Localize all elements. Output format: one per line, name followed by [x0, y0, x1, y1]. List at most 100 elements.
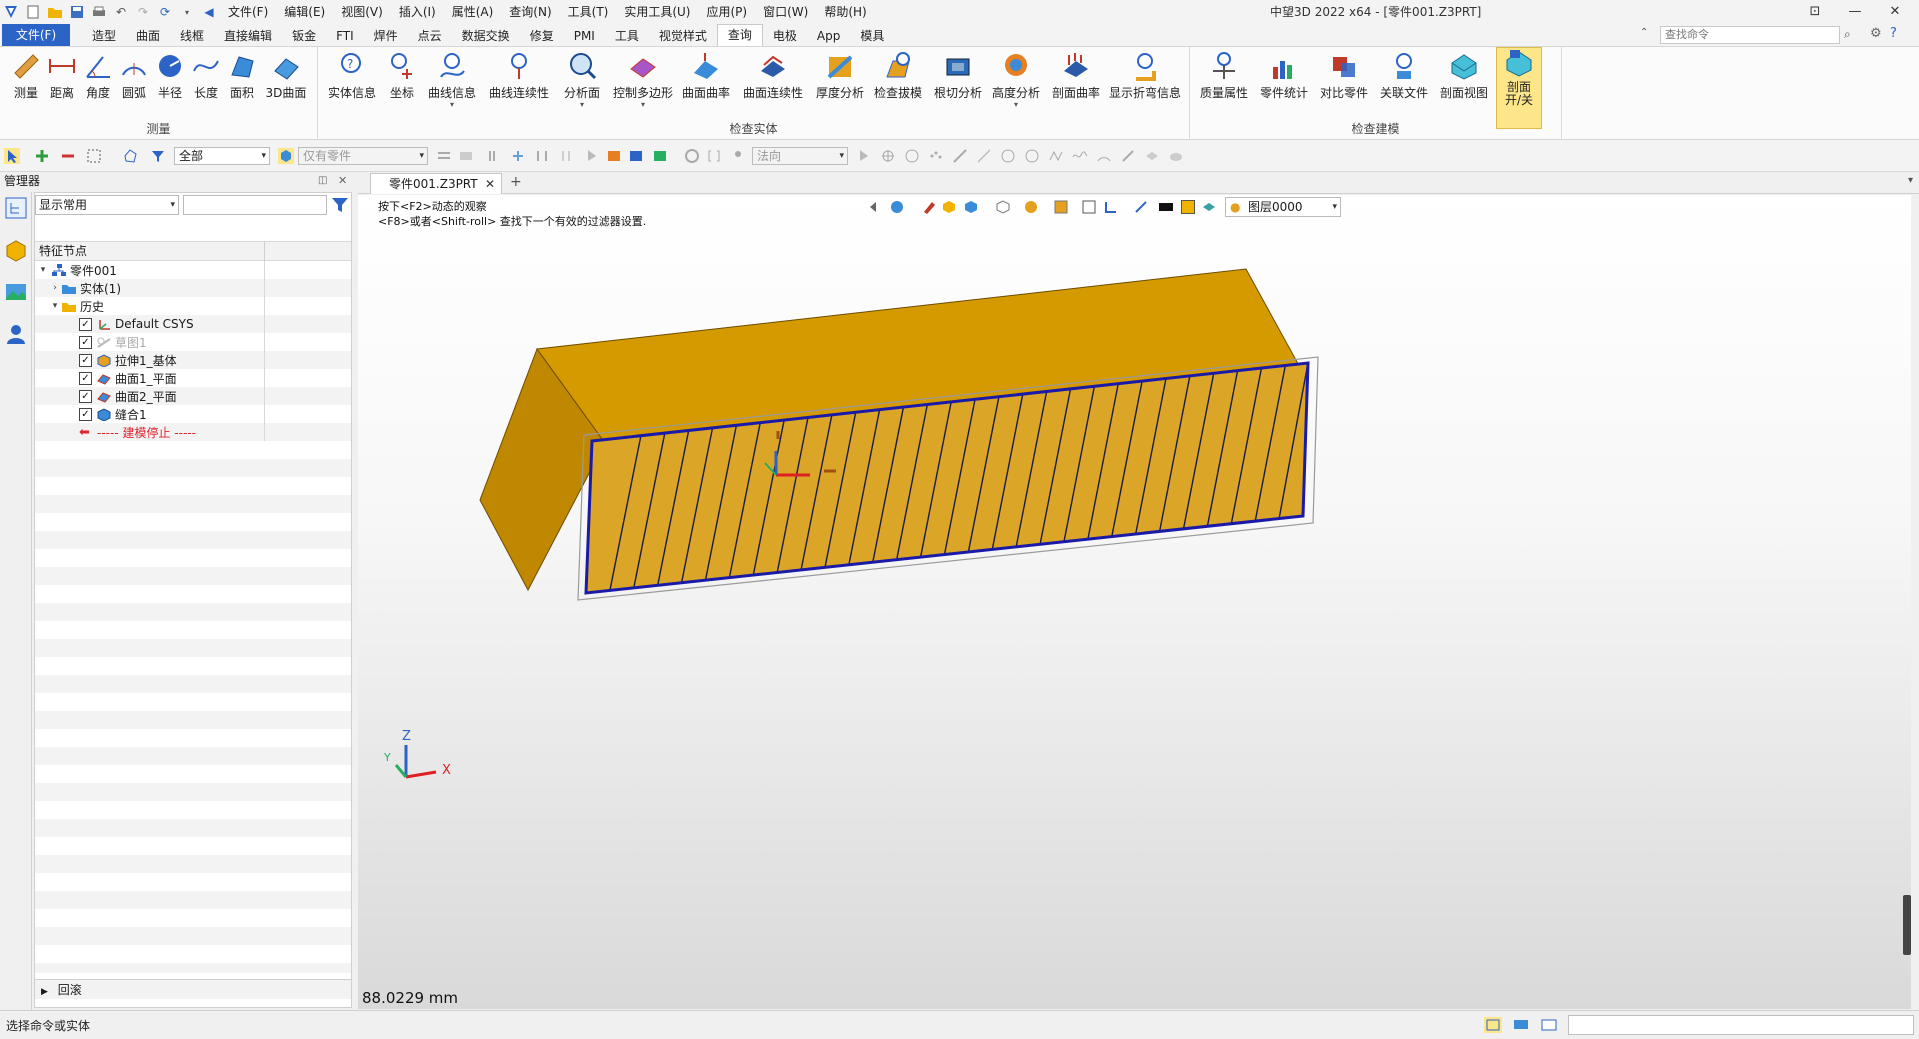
menu-insert[interactable]: 插入(I) [391, 0, 444, 24]
target-icon[interactable] [684, 148, 700, 164]
thickness-analysis-button[interactable]: 厚度分析 [812, 51, 868, 125]
menu-tools[interactable]: 工具(T) [560, 0, 617, 24]
measure-button[interactable]: 测量 [8, 51, 44, 125]
tab-modeling[interactable]: 造型 [82, 26, 126, 46]
render-icon[interactable] [1023, 199, 1039, 215]
tree-node-default-csys[interactable]: ✓ Default CSYS [35, 315, 351, 333]
close-window-button[interactable]: ✕ [1875, 0, 1915, 24]
spacing-icon[interactable] [534, 148, 550, 164]
snap-icon[interactable] [558, 148, 574, 164]
sort-icon[interactable] [436, 148, 452, 164]
bird-icon[interactable] [1144, 148, 1160, 164]
direction-select[interactable]: 法向 ▾ [752, 147, 848, 165]
fit-view-icon[interactable] [1081, 199, 1097, 215]
visibility-checkbox[interactable]: ✓ [79, 317, 92, 331]
face-color-swatch[interactable] [1181, 200, 1195, 214]
open-folder-icon[interactable] [47, 4, 63, 20]
tab-query[interactable]: 查询 [716, 24, 763, 46]
slash-icon[interactable] [1120, 148, 1136, 164]
tab-pmi[interactable]: PMI [564, 26, 605, 46]
cloud-icon[interactable] [1168, 148, 1184, 164]
close-panel-icon[interactable]: ✕ [338, 172, 347, 190]
section-view-button[interactable]: 剖面视图 [1436, 51, 1492, 125]
search-icon[interactable]: ⌕ [1844, 27, 1851, 42]
tree-node-modeling-stop[interactable]: ⬅ ----- 建模停止 ----- [35, 423, 351, 441]
orbit-icon[interactable] [889, 199, 905, 215]
tree-node-extrude[interactable]: ✓ 拉伸1_基体 [35, 351, 351, 369]
entity-info-button[interactable]: ? 实体信息 [324, 51, 380, 125]
line-color-swatch[interactable] [1159, 203, 1173, 211]
menu-apps[interactable]: 应用(P) [699, 0, 756, 24]
minimize-button[interactable]: — [1835, 0, 1875, 24]
image-icon[interactable] [652, 148, 668, 164]
filter-funnel-icon[interactable] [150, 148, 166, 164]
tree-node-surface-1[interactable]: ✓ 曲面1_平面 [35, 369, 351, 387]
line-2-icon[interactable] [976, 148, 992, 164]
tab-repair[interactable]: 修复 [520, 26, 564, 46]
menu-utilities[interactable]: 实用工具(U) [616, 0, 698, 24]
visibility-checkbox[interactable]: ✓ [79, 371, 92, 385]
tab-point-cloud[interactable]: 点云 [408, 26, 452, 46]
tab-tools[interactable]: 工具 [605, 26, 649, 46]
tab-wireframe[interactable]: 线框 [170, 26, 214, 46]
input-mode-icon[interactable] [1484, 1017, 1502, 1033]
pin-panel-icon[interactable]: ◫ [318, 172, 327, 190]
app-logo-icon[interactable] [3, 4, 19, 20]
shaded-cube-icon[interactable] [941, 199, 957, 215]
area-button[interactable]: 面积 [224, 51, 260, 125]
tree-node-part[interactable]: ▾ 零件001 [35, 261, 351, 279]
tab-electrode[interactable]: 电极 [763, 26, 807, 46]
new-tab-icon[interactable]: + [510, 174, 522, 190]
section-icon[interactable] [1103, 199, 1119, 215]
funnel-filter-icon[interactable] [331, 196, 349, 214]
arc-tool-icon[interactable] [1096, 148, 1112, 164]
spline-icon[interactable] [1048, 148, 1064, 164]
remove-icon[interactable] [60, 148, 76, 164]
help-icon[interactable]: ? [1890, 26, 1897, 41]
part-scope-icon[interactable] [278, 148, 294, 164]
box-select-icon[interactable] [86, 148, 102, 164]
curve-continuity-button[interactable]: 曲线连续性 [484, 51, 554, 125]
associated-files-button[interactable]: 关联文件 [1376, 51, 1432, 125]
curve-info-button[interactable]: 曲线信息 ▾ [424, 51, 480, 125]
show-bend-info-button[interactable]: 显示折弯信息 [1106, 51, 1184, 125]
command-search-input[interactable]: 查找命令 [1660, 26, 1840, 44]
compare-part-button[interactable]: 对比零件 [1316, 51, 1372, 125]
menu-window[interactable]: 窗口(W) [755, 0, 816, 24]
check-draft-button[interactable]: 检查拔模 [870, 51, 926, 125]
align-icon[interactable] [486, 148, 502, 164]
command-input[interactable] [1568, 1015, 1914, 1035]
tree-node-surface-2[interactable]: ✓ 曲面2_平面 [35, 387, 351, 405]
cursor-snap-icon[interactable] [856, 148, 872, 164]
control-polygon-button[interactable]: 控制多边形 ▾ [610, 51, 676, 125]
tree-search-input[interactable] [183, 195, 327, 215]
section-curvature-button[interactable]: 剖面曲率 [1048, 51, 1104, 125]
menu-query[interactable]: 查询(N) [501, 0, 559, 24]
part-view-icon[interactable] [4, 238, 28, 262]
tab-direct-edit[interactable]: 直接编辑 [214, 26, 282, 46]
display-mode-icon[interactable] [963, 199, 979, 215]
wave-icon[interactable] [1072, 148, 1088, 164]
file-tab[interactable]: 文件(F) [2, 24, 70, 46]
image-library-icon[interactable] [4, 280, 28, 304]
surface-continuity-button[interactable]: 曲面连续性 [738, 51, 808, 125]
tab-list-icon[interactable]: ▾ [1908, 175, 1913, 186]
menu-attribute[interactable]: 属性(A) [444, 0, 502, 24]
3d-surface-button[interactable]: 3D曲面 [262, 51, 310, 125]
chevron-down-icon[interactable]: ▾ [179, 4, 195, 20]
print-preview-icon[interactable] [458, 148, 474, 164]
play-icon[interactable] [904, 148, 920, 164]
visibility-checkbox[interactable]: ✓ [79, 389, 92, 403]
display-icon[interactable] [1512, 1017, 1530, 1033]
tab-weldment[interactable]: 焊件 [364, 26, 408, 46]
previous-view-icon[interactable] [867, 199, 883, 215]
constraint-icon[interactable] [510, 148, 526, 164]
mass-properties-button[interactable]: 质量属性 [1196, 51, 1252, 125]
undercut-analysis-button[interactable]: 根切分析 [930, 51, 986, 125]
circle-2-icon[interactable] [1024, 148, 1040, 164]
pin-icon[interactable] [730, 148, 746, 164]
history-tree-icon[interactable] [4, 196, 28, 220]
document-tab[interactable]: 零件001.Z3PRT ✕ [370, 173, 502, 194]
radius-button[interactable]: 半径 [152, 51, 188, 125]
gear-icon[interactable]: ⚙ [1870, 26, 1882, 41]
